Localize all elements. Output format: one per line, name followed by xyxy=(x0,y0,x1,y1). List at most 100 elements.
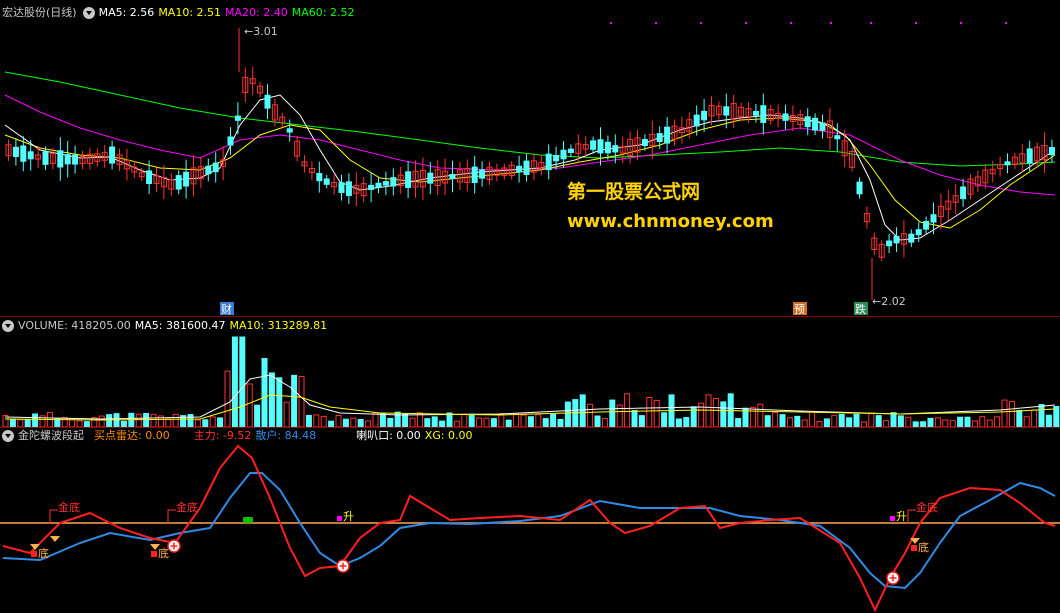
volume-bar xyxy=(54,418,61,427)
candle-body xyxy=(782,113,789,121)
candle-body xyxy=(760,105,767,123)
volume-bar xyxy=(757,403,764,427)
volume-bar xyxy=(868,413,875,427)
candle-body xyxy=(819,122,826,131)
candle-body xyxy=(338,182,345,193)
volume-bar xyxy=(631,409,638,427)
candle-body xyxy=(405,171,412,188)
dropdown-icon[interactable] xyxy=(2,320,14,332)
di-marker xyxy=(911,545,917,551)
volume-bar xyxy=(1016,409,1023,427)
volume-chart[interactable] xyxy=(0,317,1060,427)
price-legend: 宏达股份(日线) MA5: 2.56 MA10: 2.51 MA20: 2.40… xyxy=(0,6,358,20)
jindi-label: 金底 xyxy=(916,500,938,514)
candle-body xyxy=(471,166,478,183)
volume-bar xyxy=(409,417,416,427)
candle-body xyxy=(930,214,937,223)
volume-bar xyxy=(209,416,216,427)
candle-body xyxy=(175,175,182,190)
volume-bar xyxy=(801,419,808,427)
candle-body xyxy=(12,146,19,158)
candle-body xyxy=(390,177,397,187)
jindi-bracket xyxy=(49,509,58,524)
watermark-title: 第一股票公式网 xyxy=(567,181,701,203)
volume-bar xyxy=(261,357,268,427)
candle-body xyxy=(323,178,330,185)
volume-bar xyxy=(254,404,261,427)
candle-body xyxy=(693,114,700,127)
high-price-label: ←3.01 xyxy=(244,25,278,38)
candle-body xyxy=(27,151,34,160)
candle-body xyxy=(590,140,597,150)
signal-dot xyxy=(700,22,702,24)
volume-bar xyxy=(1038,404,1045,427)
volume-bar xyxy=(638,415,645,427)
candle-body xyxy=(183,171,190,187)
signal-dot xyxy=(830,22,832,24)
main-force-line xyxy=(2,444,1056,613)
volume-bar xyxy=(890,412,897,427)
signal-dot xyxy=(960,22,962,24)
xg: XG: 0.00 xyxy=(424,429,473,442)
volume-bar xyxy=(357,418,364,427)
volume-panel[interactable]: VOLUME: 418205.00 MA5: 381600.47 MA10: 3… xyxy=(0,317,1060,427)
volume-bar xyxy=(712,397,719,427)
ma10-line xyxy=(4,117,1056,229)
candle-body xyxy=(908,233,915,243)
volume-bar xyxy=(735,417,742,427)
candle-body xyxy=(286,128,293,133)
volume-bar xyxy=(424,418,431,427)
indicator-panel[interactable]: 金陀螺波段起 买点雷达: 0.00 主力: -9.52 散户: 84.48 喇叭… xyxy=(0,428,1060,613)
indicator-chart[interactable]: 金底 金底 金底升 升底 底 底 xyxy=(0,428,1060,613)
volume-bar xyxy=(646,396,653,427)
price-chart[interactable]: ←3.01 ←2.02 财 预 跌 xyxy=(0,0,1060,316)
trumpet: 喇叭口: 0.00 xyxy=(356,429,421,442)
volume-bar xyxy=(194,419,201,427)
volume-bar xyxy=(431,416,438,427)
candle-body xyxy=(227,136,234,146)
volume-bar xyxy=(831,414,838,427)
di-marker xyxy=(151,551,157,557)
candle-body xyxy=(109,146,116,164)
volume-bar xyxy=(17,419,24,427)
indicator-legend: 金陀螺波段起 买点雷达: 0.00 主力: -9.52 散户: 84.48 喇叭… xyxy=(0,429,477,443)
candle-body xyxy=(64,154,71,165)
candle-body xyxy=(1004,161,1011,166)
gold-gem-icon xyxy=(50,536,60,542)
volume-bar xyxy=(9,418,16,427)
candle-body xyxy=(523,160,530,175)
volume-bar xyxy=(446,412,453,427)
candle-body xyxy=(597,139,604,154)
volume-bar xyxy=(224,370,231,427)
volume-bar xyxy=(165,418,172,427)
volume-bar xyxy=(942,419,949,427)
volume-bar xyxy=(661,412,668,427)
volume-bar xyxy=(846,417,853,427)
volume-bar xyxy=(979,416,986,427)
volume-bar xyxy=(897,415,904,427)
signal-dot xyxy=(745,22,747,24)
candle-body xyxy=(57,150,64,168)
candle-body xyxy=(567,148,574,153)
candle-body xyxy=(856,181,863,195)
volume-bar xyxy=(106,414,113,427)
dropdown-icon[interactable] xyxy=(82,7,95,19)
price-panel[interactable]: 宏达股份(日线) MA5: 2.56 MA10: 2.51 MA20: 2.40… xyxy=(0,0,1060,316)
volume-bar xyxy=(764,415,771,427)
volume-bar xyxy=(305,414,312,427)
volume-bar xyxy=(535,414,542,427)
indicator-name: 金陀螺波段起 xyxy=(18,429,84,442)
jindi-label: 金底 xyxy=(58,500,80,514)
event-marker-label: 财 xyxy=(221,302,232,316)
volume-bar xyxy=(564,401,571,427)
candle-body xyxy=(656,133,663,143)
dropdown-icon[interactable] xyxy=(2,430,14,442)
volume-bar xyxy=(372,412,379,427)
ma20-value: MA20: 2.40 xyxy=(225,6,288,19)
volume-bar xyxy=(786,417,793,427)
sheng-label: 升 xyxy=(896,510,907,523)
volume-bar xyxy=(61,417,68,427)
volume-bar xyxy=(483,417,490,427)
candle-body xyxy=(42,151,49,165)
buy-radar: 买点雷达: 0.00 xyxy=(94,429,170,442)
